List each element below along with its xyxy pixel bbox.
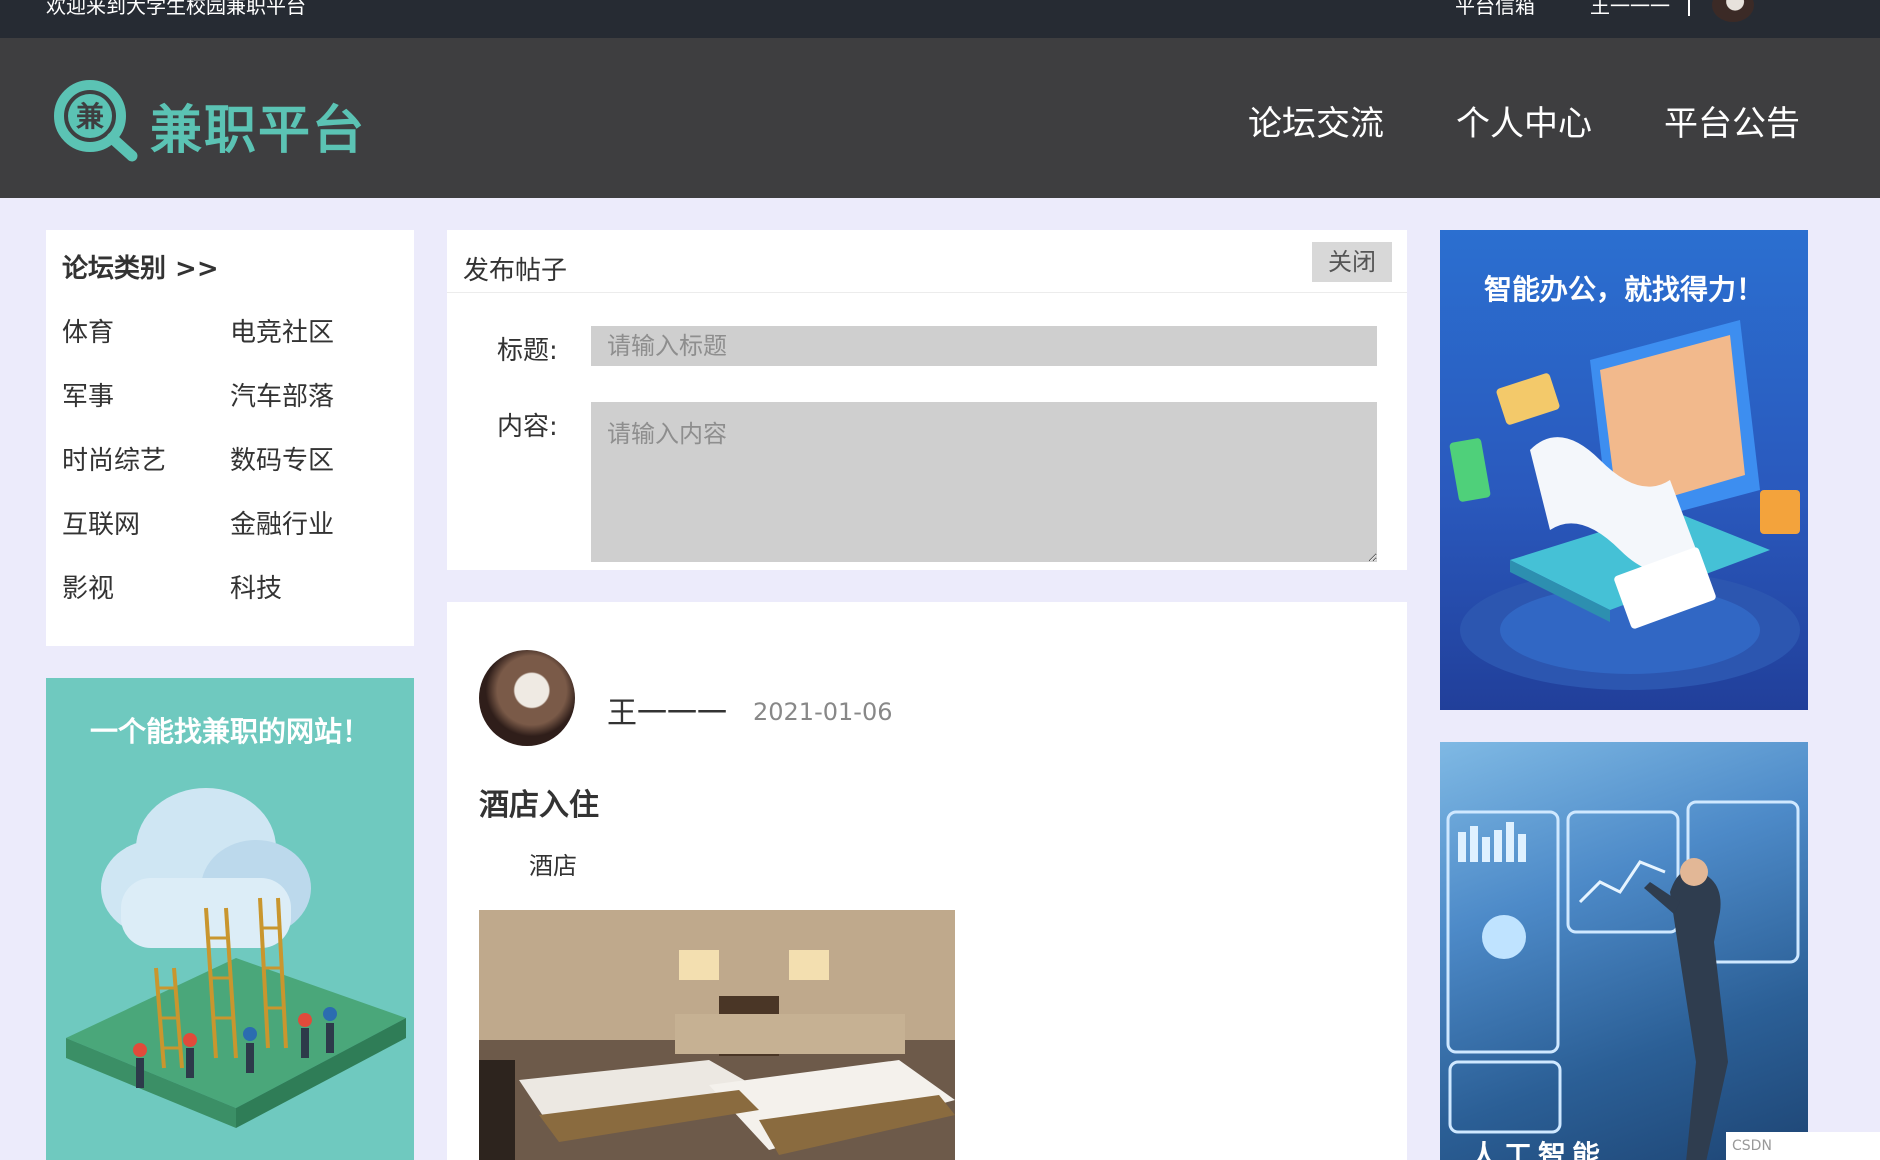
category-panel: 论坛类别 >> 体育 电竞社区 军事 汽车部落 时尚综艺 数码专区 互联网 金融…	[46, 230, 414, 646]
hotel-room-illustration	[479, 910, 955, 1160]
category-title: 论坛类别 >>	[62, 254, 219, 284]
category-item[interactable]: 互联网	[62, 504, 140, 541]
title-label: 标题:	[497, 336, 558, 366]
nav-announcements[interactable]: 平台公告	[1664, 96, 1800, 145]
category-item[interactable]: 体育	[62, 312, 114, 349]
site-header: 兼 兼职平台 论坛交流 个人中心 平台公告	[0, 38, 1880, 198]
logo-text[interactable]: 兼职平台	[150, 88, 366, 163]
divider	[1688, 0, 1690, 16]
content-label: 内容:	[497, 412, 558, 442]
category-item[interactable]: 影视	[62, 568, 114, 605]
category-item[interactable]: 军事	[62, 376, 114, 413]
laptop-illustration	[1449, 320, 1800, 690]
logo-char: 兼	[76, 100, 104, 133]
logo-icon[interactable]: 兼	[52, 78, 138, 162]
avatar[interactable]	[1712, 0, 1754, 22]
post-content: 酒店	[529, 852, 577, 880]
top-strip: 欢迎来到大学生校园兼职平台 平台信箱 王一一一	[0, 0, 1880, 38]
mailbox-link[interactable]: 平台信箱	[1455, 0, 1535, 16]
category-item[interactable]: 科技	[230, 568, 282, 605]
watermark-tag: CSDN	[1726, 1132, 1880, 1160]
nav-personal-center[interactable]: 个人中心	[1456, 96, 1592, 145]
category-item[interactable]: 汽车部落	[230, 376, 334, 413]
username-link[interactable]: 王一一一	[1590, 0, 1670, 16]
forum-post-card: 王一一一 2021-01-06 酒店入住 酒店	[447, 602, 1407, 1160]
hotel-room-photo[interactable]	[479, 910, 955, 1160]
post-date: 2021-01-06	[753, 698, 893, 726]
post-form-title: 发布帖子	[463, 256, 568, 286]
close-button[interactable]: 关闭	[1312, 242, 1392, 282]
title-input[interactable]	[591, 326, 1377, 366]
post-author[interactable]: 王一一一	[607, 688, 727, 732]
welcome-text: 欢迎来到大学生校园兼职平台	[46, 0, 306, 18]
avatar[interactable]	[479, 650, 575, 746]
banner-caption: 人工智能	[1470, 1139, 1607, 1160]
category-item[interactable]: 数码专区	[230, 440, 334, 477]
right-banner-office[interactable]: 智能办公，就找得力！	[1440, 230, 1808, 710]
category-item[interactable]: 金融行业	[230, 504, 334, 541]
divider	[447, 292, 1407, 293]
post-form-panel: 发布帖子 关闭 标题: 内容:	[447, 230, 1407, 570]
post-title[interactable]: 酒店入住	[479, 780, 599, 824]
right-banner-ai[interactable]: 人工智能	[1440, 742, 1808, 1160]
content-textarea[interactable]	[591, 402, 1377, 562]
category-item[interactable]: 时尚综艺	[62, 440, 166, 477]
ai-dashboard-illustration	[1446, 800, 1800, 1160]
nav-forum[interactable]: 论坛交流	[1248, 96, 1384, 145]
cloud-ladder-illustration	[66, 788, 406, 1128]
left-banner[interactable]: 一个能找兼职的网站！	[46, 678, 414, 1160]
category-item[interactable]: 电竞社区	[230, 312, 334, 349]
